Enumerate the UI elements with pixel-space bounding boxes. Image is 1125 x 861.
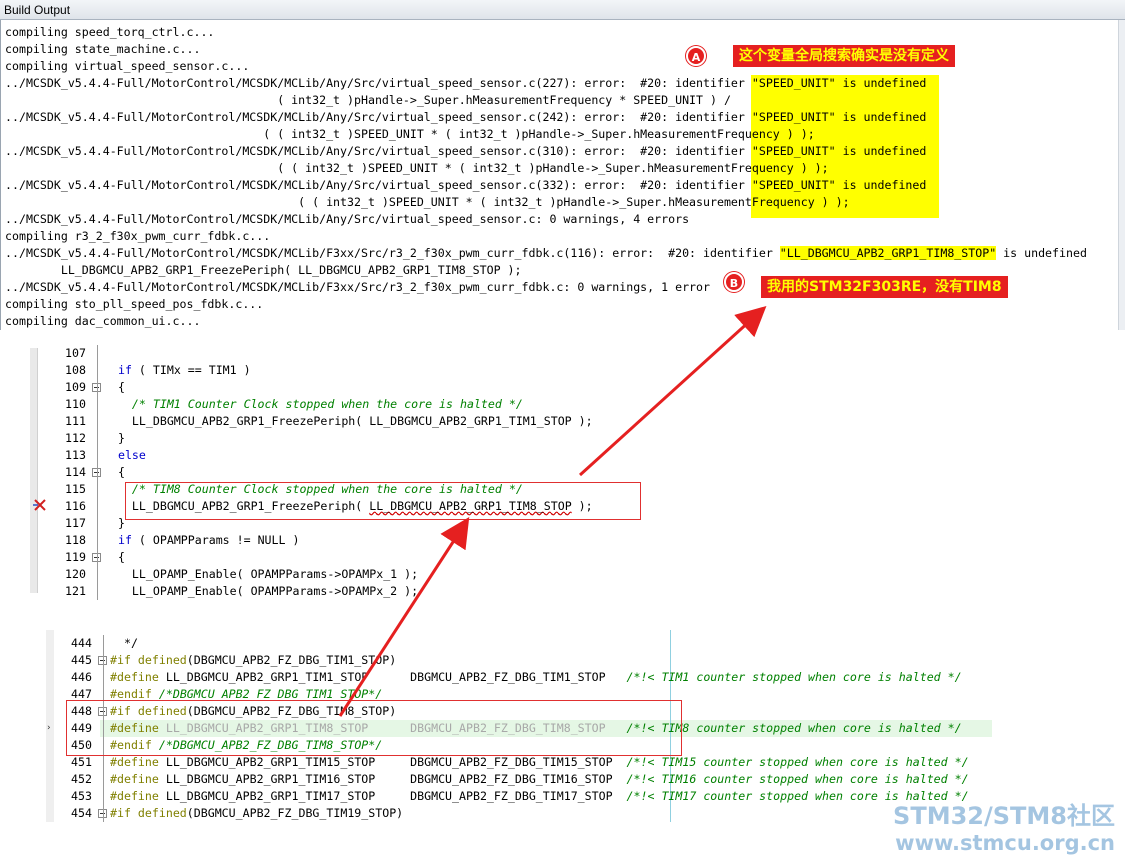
arrow-b-to-editor1 [578,305,767,477]
annotation-arrows [338,305,767,717]
watermark-site-name: STM32/STM8社区 [893,802,1115,830]
arrow-editor2-to-editor1 [338,516,470,717]
watermark-url: www.stmcu.org.cn [895,831,1115,855]
